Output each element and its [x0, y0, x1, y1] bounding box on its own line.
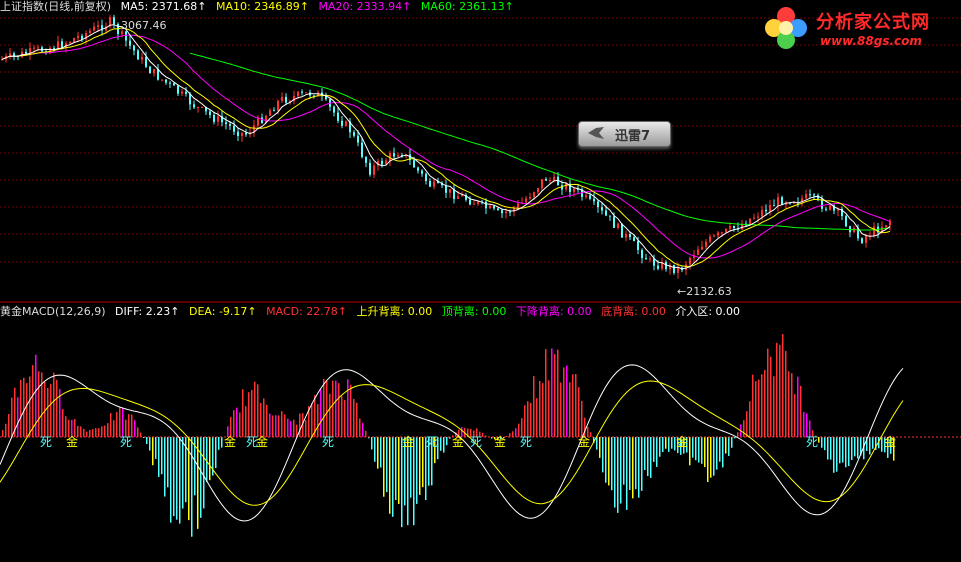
- diff-value: DIFF: 2.23↑: [115, 305, 180, 318]
- logo-title: 分析家公式网: [816, 12, 930, 33]
- cross-signal-label: 死: [120, 435, 132, 449]
- fall-divergence-value: 下降背离: 0.00: [515, 305, 592, 318]
- flower-logo-icon: [765, 7, 807, 49]
- cross-signal-label: 金: [494, 434, 506, 449]
- logo-url: www.88gs.com: [820, 34, 922, 48]
- bird-icon: [588, 127, 604, 139]
- thunder-button[interactable]: 迅雷7: [578, 121, 671, 147]
- cross-signal-label: 死: [426, 435, 438, 449]
- macd-panel-header: 黄金MACD(12,26,9) DIFF: 2.23↑ DEA: -9.17↑ …: [0, 305, 746, 318]
- macd-value: MACD: 22.78↑: [266, 305, 348, 318]
- entry-zone-value: 介入区: 0.00: [675, 305, 741, 318]
- low-price-label: ←2132.63: [677, 285, 732, 298]
- thunder-button-label: 迅雷7: [615, 129, 651, 144]
- cross-signal-label: 金: [224, 434, 236, 449]
- bottom-divergence-value: 底背离: 0.00: [601, 305, 666, 318]
- ma5-line: [1, 24, 891, 270]
- dea-value: DEA: -9.17↑: [188, 305, 257, 318]
- price-panel-header: 上证指数(日线,前复权) MA5: 2371.68↑ MA10: 2346.89…: [0, 0, 520, 13]
- rise-divergence-value: 上升背离: 0.00: [356, 305, 433, 318]
- cross-signal-label: 死: [520, 435, 532, 449]
- cross-signal-label: 金: [402, 434, 414, 449]
- top-divergence-value: 顶背离: 0.00: [441, 305, 507, 318]
- macd-indicator-name: 黄金MACD(12,26,9): [0, 305, 106, 318]
- cross-signal-label: 死: [322, 435, 334, 449]
- candlesticks: [1, 14, 891, 279]
- cross-signal-label: 金: [452, 434, 464, 449]
- macd-histogram: [2, 334, 895, 537]
- ma10-line: [1, 27, 891, 267]
- ma20-value: MA20: 2333.94↑: [318, 0, 412, 13]
- kline-chart[interactable]: 死金死金死金死金死金死金死金金死金: [0, 0, 961, 562]
- cross-signal-label: 金: [66, 434, 78, 449]
- cross-signal-label: 死: [806, 435, 818, 449]
- index-name: 上证指数(日线,前复权): [0, 0, 112, 13]
- cross-signal-label: 金: [578, 434, 590, 449]
- price-gridlines: [0, 17, 961, 263]
- cross-signal-label: 死: [40, 435, 52, 449]
- cross-signal-label: 金: [256, 434, 268, 449]
- cross-signal-label: 死: [470, 435, 482, 449]
- ma5-value: MA5: 2371.68↑: [120, 0, 207, 13]
- ma10-value: MA10: 2346.89↑: [216, 0, 309, 13]
- ma60-value: MA60: 2361.13↑: [420, 0, 514, 13]
- cross-signal-label: 金: [676, 434, 688, 449]
- site-logo: 分析家公式网 www.88gs.com: [760, 2, 960, 54]
- high-price-label: 3067.46: [121, 19, 167, 32]
- cross-signal-label: 金: [884, 434, 896, 449]
